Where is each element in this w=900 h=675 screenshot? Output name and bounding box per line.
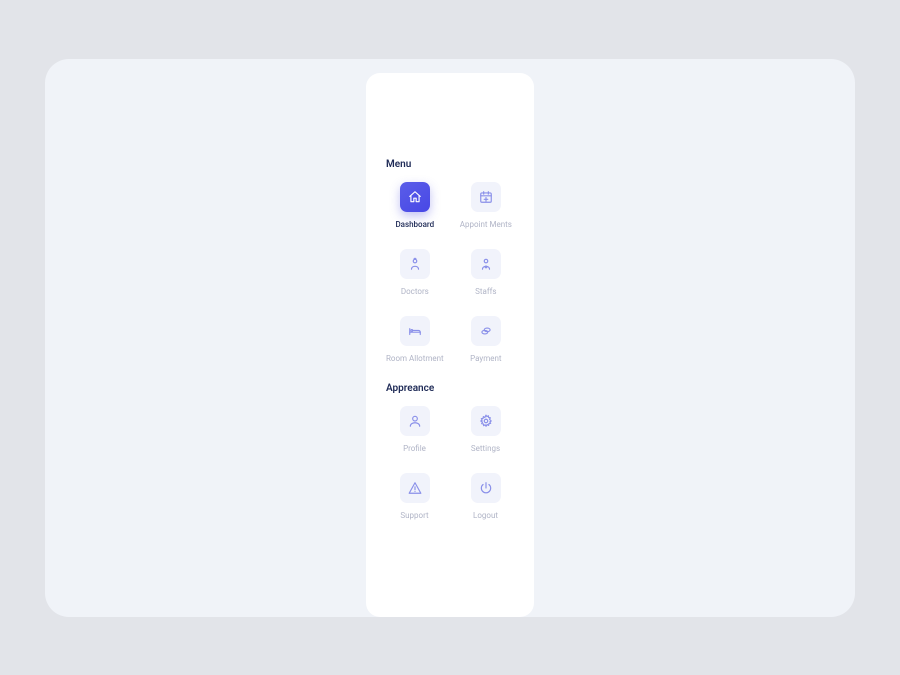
alert-triangle-icon bbox=[400, 473, 430, 503]
menu-item-staffs[interactable]: Staffs bbox=[458, 249, 514, 296]
appearance-item-label: Logout bbox=[473, 511, 498, 520]
appearance-item-logout[interactable]: Logout bbox=[457, 473, 514, 520]
appearance-item-label: Settings bbox=[471, 444, 500, 453]
menu-item-label: Staffs bbox=[475, 287, 496, 296]
menu-grid: Dashboard Appoint Ments Doctors bbox=[386, 182, 514, 363]
appearance-item-profile[interactable]: Profile bbox=[386, 406, 443, 453]
menu-item-label: Payment bbox=[470, 354, 501, 363]
user-icon bbox=[400, 406, 430, 436]
menu-item-label: Room Allotment bbox=[386, 354, 444, 363]
appearance-item-label: Profile bbox=[403, 444, 426, 453]
menu-item-appointments[interactable]: Appoint Ments bbox=[458, 182, 514, 229]
power-icon bbox=[471, 473, 501, 503]
appearance-grid: Profile Settings Support bbox=[386, 406, 514, 520]
menu-item-doctors[interactable]: Doctors bbox=[386, 249, 444, 296]
app-frame: Menu Dashboard Appoint Ments bbox=[45, 59, 855, 617]
section-title-menu: Menu bbox=[386, 159, 514, 170]
menu-item-payment[interactable]: Payment bbox=[458, 316, 514, 363]
menu-item-room-allotment[interactable]: Room Allotment bbox=[386, 316, 444, 363]
calendar-plus-icon bbox=[471, 182, 501, 212]
gear-icon bbox=[471, 406, 501, 436]
appearance-item-support[interactable]: Support bbox=[386, 473, 443, 520]
bed-icon bbox=[400, 316, 430, 346]
menu-panel: Menu Dashboard Appoint Ments bbox=[366, 73, 534, 617]
appearance-item-settings[interactable]: Settings bbox=[457, 406, 514, 453]
menu-item-dashboard[interactable]: Dashboard bbox=[386, 182, 444, 229]
staff-icon bbox=[471, 249, 501, 279]
payment-icon bbox=[471, 316, 501, 346]
doctor-icon bbox=[400, 249, 430, 279]
menu-item-label: Dashboard bbox=[395, 220, 434, 229]
appearance-item-label: Support bbox=[400, 511, 428, 520]
menu-item-label: Doctors bbox=[401, 287, 429, 296]
home-icon bbox=[400, 182, 430, 212]
section-title-appearance: Appreance bbox=[386, 383, 514, 394]
menu-item-label: Appoint Ments bbox=[460, 220, 512, 229]
